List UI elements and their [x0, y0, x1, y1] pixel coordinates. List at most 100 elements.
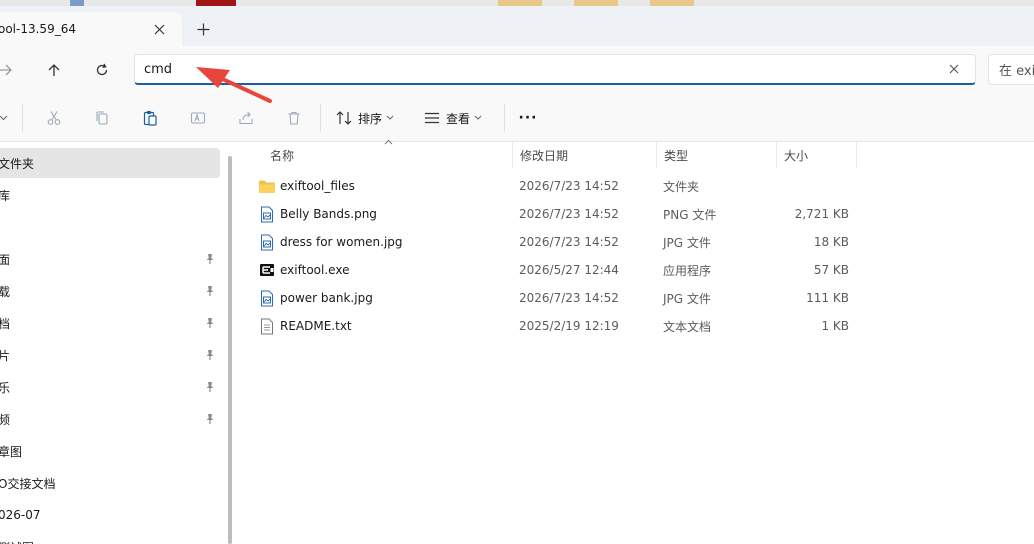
- chevron-down-icon: [474, 113, 482, 123]
- file-name-cell: exiftool.exe: [258, 256, 349, 284]
- file-name: Belly Bands.png: [280, 207, 377, 221]
- sidebar-item-label: 频: [0, 412, 11, 427]
- file-row[interactable]: exiftool.exe 2026/5/27 12:44 应用程序 57 KB: [252, 256, 858, 284]
- sidebar-item[interactable]: 章图: [0, 436, 220, 466]
- file-name-cell: README.txt: [258, 312, 352, 340]
- more-icon: ···: [518, 110, 538, 126]
- plus-icon[interactable]: [192, 18, 214, 40]
- file-row[interactable]: power bank.jpg 2026/7/23 14:52 JPG 文件 111 K…: [252, 284, 858, 312]
- sidebar-item[interactable]: 档: [0, 308, 220, 338]
- column-header-date[interactable]: 修改日期: [512, 142, 656, 168]
- search-placeholder: 在 exi: [999, 64, 1034, 79]
- pin-icon: [204, 413, 216, 425]
- file-size: 57 KB: [813, 263, 849, 277]
- sort-button[interactable]: 排序: [336, 106, 394, 130]
- arrow-up-icon[interactable]: [40, 56, 68, 84]
- file-name-cell: exiftool_files: [258, 172, 355, 200]
- file-type: JPG 文件: [663, 291, 711, 306]
- more-options-button[interactable]: ···: [516, 106, 540, 130]
- sort-label: 排序: [358, 111, 383, 126]
- share-icon[interactable]: [234, 106, 258, 130]
- sidebar-item[interactable]: 乐: [0, 372, 220, 402]
- sidebar-item-label: 片: [0, 348, 11, 363]
- exe-icon: [258, 261, 276, 279]
- file-date: 2026/5/27 12:44: [519, 263, 619, 277]
- chevron-down-icon[interactable]: [0, 106, 10, 130]
- file-type: JPG 文件: [663, 235, 711, 250]
- image-file-icon: [258, 289, 276, 307]
- file-name: exiftool_files: [280, 179, 355, 193]
- file-name: dress for women.jpg: [280, 235, 403, 249]
- file-name: exiftool.exe: [280, 263, 350, 277]
- tab-active[interactable]: ool-13.59_64: [0, 12, 182, 46]
- sidebar-item[interactable]: 面: [0, 244, 220, 274]
- view-icon: [425, 112, 439, 124]
- address-input[interactable]: [144, 57, 924, 81]
- file-row[interactable]: README.txt 2025/2/19 12:19 文本文档 1 KB: [252, 312, 858, 340]
- arrow-right-icon[interactable]: [0, 56, 20, 84]
- sort-ascending-icon: [384, 138, 393, 148]
- paste-icon[interactable]: [138, 106, 162, 130]
- sidebar-item[interactable]: 测试图: [0, 532, 220, 544]
- sidebar-item[interactable]: 026-07: [0, 500, 220, 530]
- sidebar-item-label: 载: [0, 284, 11, 299]
- file-size: 111 KB: [806, 291, 849, 305]
- sidebar-item-label: 档: [0, 316, 11, 331]
- view-button[interactable]: 查看: [424, 106, 482, 130]
- sidebar-scrollbar[interactable]: [228, 156, 232, 544]
- file-date: 2026/7/23 14:52: [519, 207, 619, 221]
- pin-icon: [204, 381, 216, 393]
- tab-bar: ool-13.59_64: [0, 6, 1034, 46]
- sidebar-item[interactable]: 库: [0, 180, 220, 210]
- file-size: 2,721 KB: [794, 207, 849, 221]
- file-row[interactable]: dress for women.jpg 2026/7/23 14:52 JPG 文件…: [252, 228, 858, 256]
- file-name-cell: dress for women.jpg: [258, 228, 403, 256]
- search-input[interactable]: 在 exi: [988, 54, 1034, 85]
- file-row[interactable]: Belly Bands.png 2026/7/23 14:52 PNG 文件 2,72…: [252, 200, 858, 228]
- column-header-size[interactable]: 大小: [776, 142, 856, 168]
- sidebar-item-label: 库: [0, 188, 11, 203]
- file-list: 名称 修改日期 类型 大小 exiftool_files 2026/7/23 14…: [238, 139, 1034, 544]
- file-type: 文本文档: [663, 319, 712, 334]
- chevron-down-icon: [386, 113, 394, 123]
- file-name: power bank.jpg: [280, 291, 373, 305]
- file-row[interactable]: exiftool_files 2026/7/23 14:52 文件夹: [252, 172, 858, 200]
- file-name-cell: Belly Bands.png: [258, 200, 377, 228]
- sidebar-item-label: O交接文档: [0, 476, 56, 491]
- file-date: 2026/7/23 14:52: [519, 179, 619, 193]
- view-label: 查看: [446, 111, 471, 126]
- sidebar-item-label: 面: [0, 252, 11, 267]
- file-type: 应用程序: [663, 263, 712, 278]
- delete-icon[interactable]: [282, 106, 306, 130]
- text-file-icon: [258, 317, 276, 335]
- file-name-cell: power bank.jpg: [258, 284, 373, 312]
- sidebar-item-label: 文件夹: [0, 156, 35, 171]
- close-icon[interactable]: [150, 20, 168, 38]
- toolbar-divider: [320, 104, 321, 132]
- pin-icon: [204, 317, 216, 329]
- navigation-pane: 文件夹库面载档片乐频章图 O交接文档 026-07 测试图: [0, 142, 236, 544]
- address-bar[interactable]: [134, 54, 976, 85]
- sidebar-item[interactable]: 文件夹: [0, 148, 220, 178]
- close-icon[interactable]: [945, 60, 963, 78]
- cut-icon[interactable]: [42, 106, 66, 130]
- file-name: README.txt: [280, 319, 352, 333]
- folder-icon: [258, 177, 276, 195]
- file-date: 2025/2/19 12:19: [519, 319, 619, 333]
- file-size: 1 KB: [821, 319, 849, 333]
- sidebar-item[interactable]: 频: [0, 404, 220, 434]
- sidebar-item[interactable]: 片: [0, 340, 220, 370]
- rename-icon[interactable]: [186, 106, 210, 130]
- column-header-type[interactable]: 类型: [656, 142, 776, 168]
- sidebar-item[interactable]: 载: [0, 276, 220, 306]
- image-file-icon: [258, 205, 276, 223]
- toolbar-divider: [504, 104, 505, 132]
- column-divider[interactable]: [856, 142, 857, 168]
- sidebar-item[interactable]: O交接文档: [0, 468, 220, 498]
- copy-icon[interactable]: [90, 106, 114, 130]
- pin-icon: [204, 253, 216, 265]
- tab-title: ool-13.59_64: [0, 22, 76, 36]
- pin-icon: [204, 285, 216, 297]
- refresh-icon[interactable]: [88, 56, 116, 84]
- file-type: 文件夹: [663, 179, 700, 194]
